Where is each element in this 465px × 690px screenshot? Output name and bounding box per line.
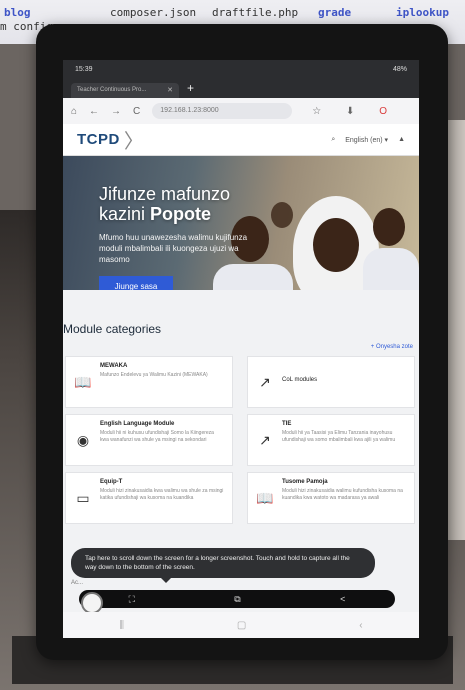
card-desc: Moduli hizi zinakusaidia walimu kufundis… (282, 488, 403, 501)
address-bar[interactable]: 192.168.1.23:8000 (152, 103, 293, 119)
chart-icon: ↗ (259, 374, 271, 390)
student-girl-face (313, 218, 359, 272)
camera-icon: ◉ (76, 432, 90, 448)
partial-text: Ac... (71, 580, 84, 586)
status-bar: 15:39 48% (63, 60, 419, 80)
new-tab-icon[interactable]: + (187, 81, 194, 95)
browser-tab[interactable]: Teacher Continuous Pro... ✕ (71, 83, 179, 98)
card-desc: Mafunzo Endelevu ya Walimu Kazini (MEWAK… (100, 372, 208, 378)
bg-file-blog: blog (4, 6, 31, 19)
browser-menu-icon[interactable]: O (379, 106, 387, 117)
card-desc: Moduli hii ni kuhusu ufundishaji Somo la… (100, 430, 214, 443)
student-right-shirt (363, 248, 419, 290)
bg-file-draftfile: draftfile.php (212, 6, 299, 19)
book-icon: 📖 (74, 374, 92, 390)
card-title: MEWAKA (100, 363, 128, 369)
status-battery: 48% (392, 66, 407, 73)
language-select[interactable]: English (en) ▾ (345, 136, 388, 144)
browser-toolbar: ⌂ ← → C 192.168.1.23:8000 ☆ ⬇ O (63, 98, 419, 124)
forward-icon[interactable]: → (111, 106, 121, 117)
scroll-capture-tooltip[interactable]: Tap here to scroll down the screen for a… (71, 548, 375, 583)
crop-icon[interactable]: ⛶ (129, 594, 135, 605)
bg-file-iplookup: iplookup (396, 6, 449, 19)
android-navbar: ⫼ ▢ ‹ (63, 612, 419, 638)
card-title: English Language Module (100, 421, 175, 427)
student-right-face (373, 208, 405, 246)
join-button[interactable]: Jiunge sasa (99, 276, 173, 290)
hero-title-line1: Jifunze mafunzo (99, 184, 231, 204)
back-button-icon[interactable]: ‹ (359, 620, 362, 631)
back-icon[interactable]: ← (89, 106, 99, 117)
category-card-tusome[interactable]: 📖 Tusome Pamoja Moduli hizi zinakusaidia… (247, 472, 415, 524)
share-icon[interactable]: < (340, 594, 345, 604)
toolbar-actions: ☆ ⬇ O (302, 106, 399, 117)
scroll-capture-button[interactable] (81, 592, 103, 614)
site-header: TCPD 〉 ⌕ English (en) ▾ ▲ (63, 124, 419, 156)
card-title: CoL modules (282, 377, 318, 383)
category-card-tie[interactable]: ↗ TIE Moduli hii ya Taasisi ya Elimu Tan… (247, 414, 415, 466)
logo-chevron-icon: 〉 (123, 131, 144, 153)
hero-subtitle: Mfumo huu unawezesha walimu kujifunza mo… (99, 233, 248, 264)
recents-icon[interactable]: ⫼ (119, 620, 124, 631)
card-desc: Moduli hii ya Taasisi ya Elimu Tanzania … (282, 430, 396, 443)
hero-banner: Jifunze mafunzo kazini Popote Mfumo huu … (63, 156, 419, 290)
browser-tab-title: Teacher Continuous Pro... (77, 87, 147, 93)
card-title: Tusome Pamoja (282, 479, 328, 485)
hero-title: Jifunze mafunzo kazini Popote (99, 184, 230, 224)
edit-icon[interactable]: ⧉ (234, 594, 240, 605)
user-icon[interactable]: ▲ (398, 136, 405, 144)
home-button-icon[interactable]: ▢ (237, 620, 246, 631)
bg-file-grade: grade (318, 6, 352, 19)
book-icon: 📖 (256, 490, 274, 506)
screenshot-toolbar: ⛶ ⧉ < (79, 590, 395, 608)
hero-title-line2: kazini (99, 204, 151, 224)
browser-tab-strip: Teacher Continuous Pro... ✕ + (63, 80, 419, 98)
card-title: TIE (282, 421, 292, 427)
close-icon[interactable]: ✕ (167, 86, 173, 94)
view-all-link[interactable]: + Onyesha zote (371, 344, 413, 350)
student-back-face (271, 202, 293, 228)
category-card-equip-t[interactable]: ▭ Equip-T Moduli hizi zinakusaidia kwa w… (65, 472, 233, 524)
site-logo[interactable]: TCPD (77, 131, 120, 148)
categories-title: Module categories (63, 322, 162, 336)
download-icon[interactable]: ⬇ (346, 106, 354, 117)
tablet-screen: 15:39 48% Teacher Continuous Pro... ✕ + … (63, 60, 419, 638)
search-icon[interactable]: ⌕ (331, 136, 335, 144)
reload-icon[interactable]: C (133, 106, 140, 117)
category-card-english[interactable]: ◉ English Language Module Moduli hii ni … (65, 414, 233, 466)
category-card-mewaka[interactable]: 📖 MEWAKA Mafunzo Endelevu ya Walimu Kazi… (65, 356, 233, 408)
star-icon[interactable]: ☆ (312, 106, 321, 117)
card-desc: Moduli hizi zinakusaidia kwa walimu wa s… (100, 488, 224, 501)
card-title: Equip-T (100, 479, 123, 485)
chart-icon: ↗ (259, 432, 271, 448)
category-card-col[interactable]: ↗ CoL modules (247, 356, 415, 408)
student-shirt (213, 264, 293, 290)
bg-file-composer: composer.json (110, 6, 197, 19)
monitor-icon: ▭ (76, 490, 90, 506)
hero-title-bold: Popote (150, 204, 212, 224)
status-time: 15:39 (75, 66, 93, 73)
home-icon[interactable]: ⌂ (71, 106, 77, 117)
